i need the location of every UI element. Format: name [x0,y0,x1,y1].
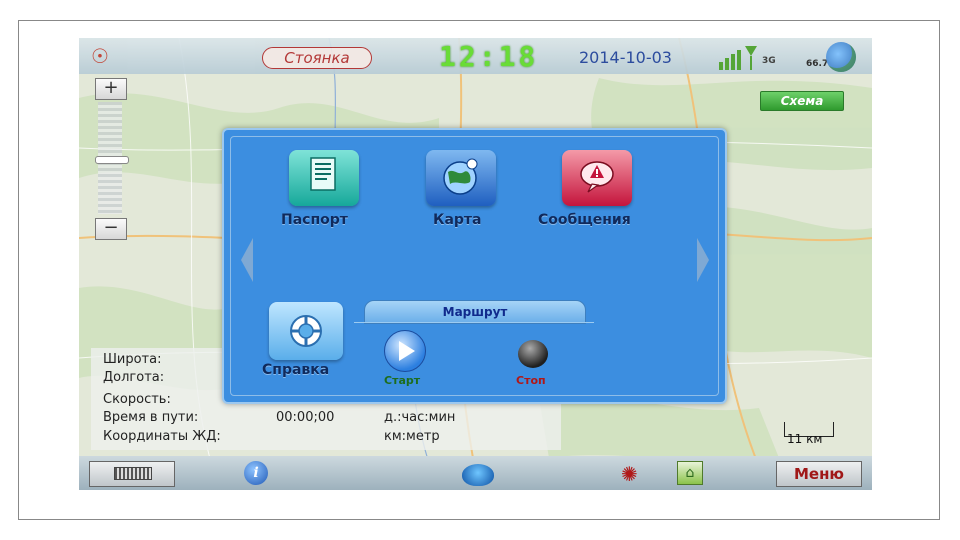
home-icon[interactable]: ⌂ [677,461,703,485]
keyboard-button[interactable] [89,461,175,487]
route-stop-button[interactable] [518,340,548,368]
main-menu-dialog: Паспорт Карта Сообщения Справка Маршрут … [222,128,727,404]
route-stop-label[interactable]: Стоп [516,374,546,387]
previous-page-arrow-icon[interactable] [241,238,253,282]
travel-time-label: Время в пути: [103,410,199,425]
info-icon[interactable]: i [244,461,268,485]
travel-time-unit: д.:час:мин [384,410,456,425]
map-label[interactable]: Карта [433,212,481,228]
lifebuoy-icon [290,315,322,347]
messages-label[interactable]: Сообщения [538,212,631,228]
travel-time-value: 00:00;00 [276,410,335,425]
route-section-header: Маршрут [364,300,586,324]
latitude-label: Широта: [103,352,162,367]
rail-coords-unit: км:метр [384,429,440,444]
clock-display: 12:18 [439,40,539,73]
passport-tile[interactable] [289,150,359,206]
center-location-icon[interactable] [462,464,494,486]
zoom-slider-handle[interactable] [95,156,129,164]
route-start-button[interactable] [384,330,426,372]
zoom-out-button[interactable]: − [95,218,127,240]
bottom-toolbar: i ✺ ⌂ Меню [79,456,872,490]
route-divider [354,322,594,324]
date-display: 2014-10-03 [579,48,672,67]
next-page-arrow-icon[interactable] [697,238,709,282]
zoom-in-button[interactable]: + [95,78,127,100]
schema-button[interactable]: Схема [760,91,844,111]
longitude-label: Долгота: [103,370,165,385]
help-label[interactable]: Справка [262,362,329,378]
play-icon [399,341,415,361]
rail-coords-label: Координаты ЖД: [103,429,221,444]
menu-button[interactable]: Меню [776,461,862,487]
help-tile[interactable] [269,302,343,360]
gps-value: 66.7 [806,59,829,69]
message-alert-icon [580,161,614,193]
satellite-icon[interactable]: ☉ [91,44,109,68]
globe-icon[interactable] [826,42,856,72]
signal-strength-icon [719,46,757,70]
messages-tile[interactable] [562,150,632,206]
globe-map-icon [443,158,478,195]
route-start-label[interactable]: Старт [384,374,420,387]
status-bar: ☉ Стоянка 12:18 2014-10-03 3G 66.7 [79,38,872,74]
bug-report-icon[interactable]: ✺ [621,462,638,486]
keyboard-icon [114,467,152,480]
navigator-screen: ☉ Стоянка 12:18 2014-10-03 3G 66.7 Схема… [79,38,872,490]
speed-label: Скорость: [103,392,171,407]
map-tile[interactable] [426,150,496,206]
document-icon [310,157,336,191]
passport-label[interactable]: Паспорт [281,212,348,228]
network-type-label: 3G [762,56,776,66]
map-scale-label: 11 км [787,432,823,446]
parking-mode-badge[interactable]: Стоянка [262,47,372,69]
